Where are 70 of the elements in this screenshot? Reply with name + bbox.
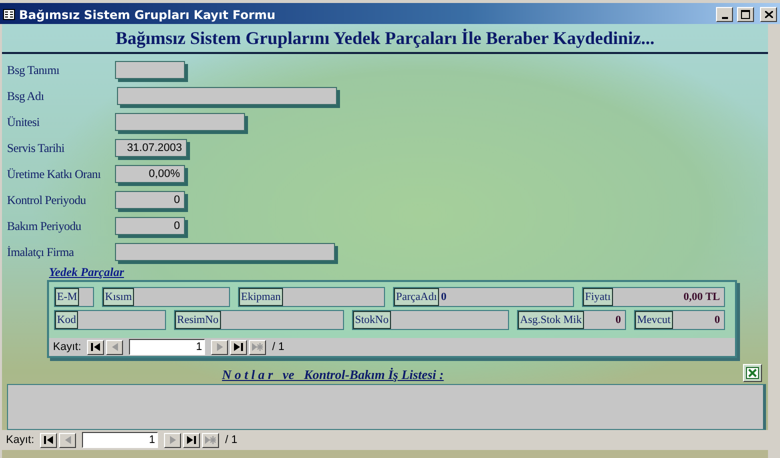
record-nav-button[interactable] — [40, 432, 58, 448]
input-field[interactable] — [115, 243, 335, 261]
notes-title: N o t l a r ve Kontrol-Bakım İş Listesi : — [222, 367, 444, 384]
next-record-icon — [216, 343, 223, 351]
field-label: Ünitesi — [6, 114, 41, 130]
field-label: Ekipman — [239, 288, 283, 306]
field-label: Üretime Katkı Oranı — [6, 166, 102, 182]
input-field[interactable]: 0 — [115, 217, 185, 235]
record-number-field[interactable]: 1 — [129, 339, 206, 355]
field-label: ResimNo — [175, 311, 221, 329]
record-label: Kayıt: — [53, 341, 82, 353]
first-record-icon — [91, 343, 100, 351]
input-field[interactable]: Kod — [54, 310, 166, 330]
input-field[interactable]: ResimNo — [174, 310, 344, 330]
notes-field[interactable] — [7, 384, 766, 430]
record-nav-button[interactable] — [87, 340, 104, 354]
input-field[interactable]: 31.07.2003 — [115, 139, 187, 157]
maximize-icon — [741, 10, 750, 19]
input-field[interactable]: Ekipman — [238, 287, 385, 307]
close-icon — [764, 11, 772, 18]
record-count: / 1 — [272, 341, 284, 353]
next-record-icon — [170, 436, 176, 444]
field-label: Kısım — [103, 288, 134, 306]
field-label: Bsg Adı — [6, 88, 45, 104]
input-field[interactable]: Asg.Stok Mik 0 — [517, 310, 626, 330]
input-field[interactable]: 0 — [115, 191, 185, 209]
field-label: StokNo — [353, 311, 391, 329]
last-record-icon — [234, 343, 244, 351]
input-field[interactable]: ParçaAdı 0 — [393, 287, 574, 307]
field-label: E-M — [55, 288, 80, 306]
record-nav-button[interactable] — [183, 432, 200, 448]
input-field[interactable] — [115, 61, 185, 79]
field-label: Asg.Stok Mik — [518, 311, 584, 329]
spreadsheet-icon — [746, 367, 759, 379]
form-heading: Bağımsız Sistem Gruplarını Yedek Parçaları İle Beraber Kaydediniz... — [116, 28, 654, 48]
field-label: Bsg Tanımı — [6, 62, 60, 78]
form-icon — [3, 9, 15, 20]
field-label: Kod — [55, 311, 78, 329]
input-field[interactable] — [115, 113, 245, 131]
input-field[interactable]: E-M — [54, 287, 94, 307]
window-title: Bağımsız Sistem Grupları Kayıt Formu — [19, 8, 276, 22]
record-nav-button[interactable] — [230, 340, 248, 354]
previous-record-icon — [64, 436, 71, 444]
field-label: Servis Tarihi — [6, 140, 66, 156]
field-label: Mevcut — [635, 311, 673, 329]
field-label: Fiyatı — [583, 288, 613, 306]
input-field[interactable]: Kısım — [102, 287, 230, 307]
export-button[interactable] — [743, 364, 762, 382]
new-record-icon — [205, 436, 216, 444]
close-button[interactable] — [760, 7, 777, 22]
record-count: / 1 — [225, 434, 238, 446]
input-field[interactable]: StokNo — [352, 310, 509, 330]
input-field[interactable]: Mevcut 0 — [634, 310, 725, 330]
section-title: Yedek Parçalar — [49, 265, 124, 279]
last-record-icon — [187, 436, 196, 444]
previous-record-icon — [112, 343, 118, 351]
field-label: ParçaAdı — [394, 288, 439, 306]
minimize-button[interactable] — [716, 7, 733, 22]
record-label: Kayıt: — [6, 434, 34, 446]
first-record-icon — [44, 436, 54, 444]
record-number-field[interactable]: 1 — [82, 432, 158, 448]
input-field[interactable]: Fiyatı 0,00 TL — [582, 287, 725, 307]
field-label: Kontrol Periyodu — [6, 192, 87, 208]
field-label: İmalatçı Firma — [6, 244, 75, 260]
input-field[interactable] — [117, 87, 337, 105]
minimize-icon — [722, 16, 728, 18]
field-label: Bakım Periyodu — [6, 218, 82, 234]
input-field[interactable]: 0,00% — [115, 165, 185, 183]
maximize-button[interactable] — [737, 7, 754, 22]
new-record-icon — [252, 343, 264, 351]
